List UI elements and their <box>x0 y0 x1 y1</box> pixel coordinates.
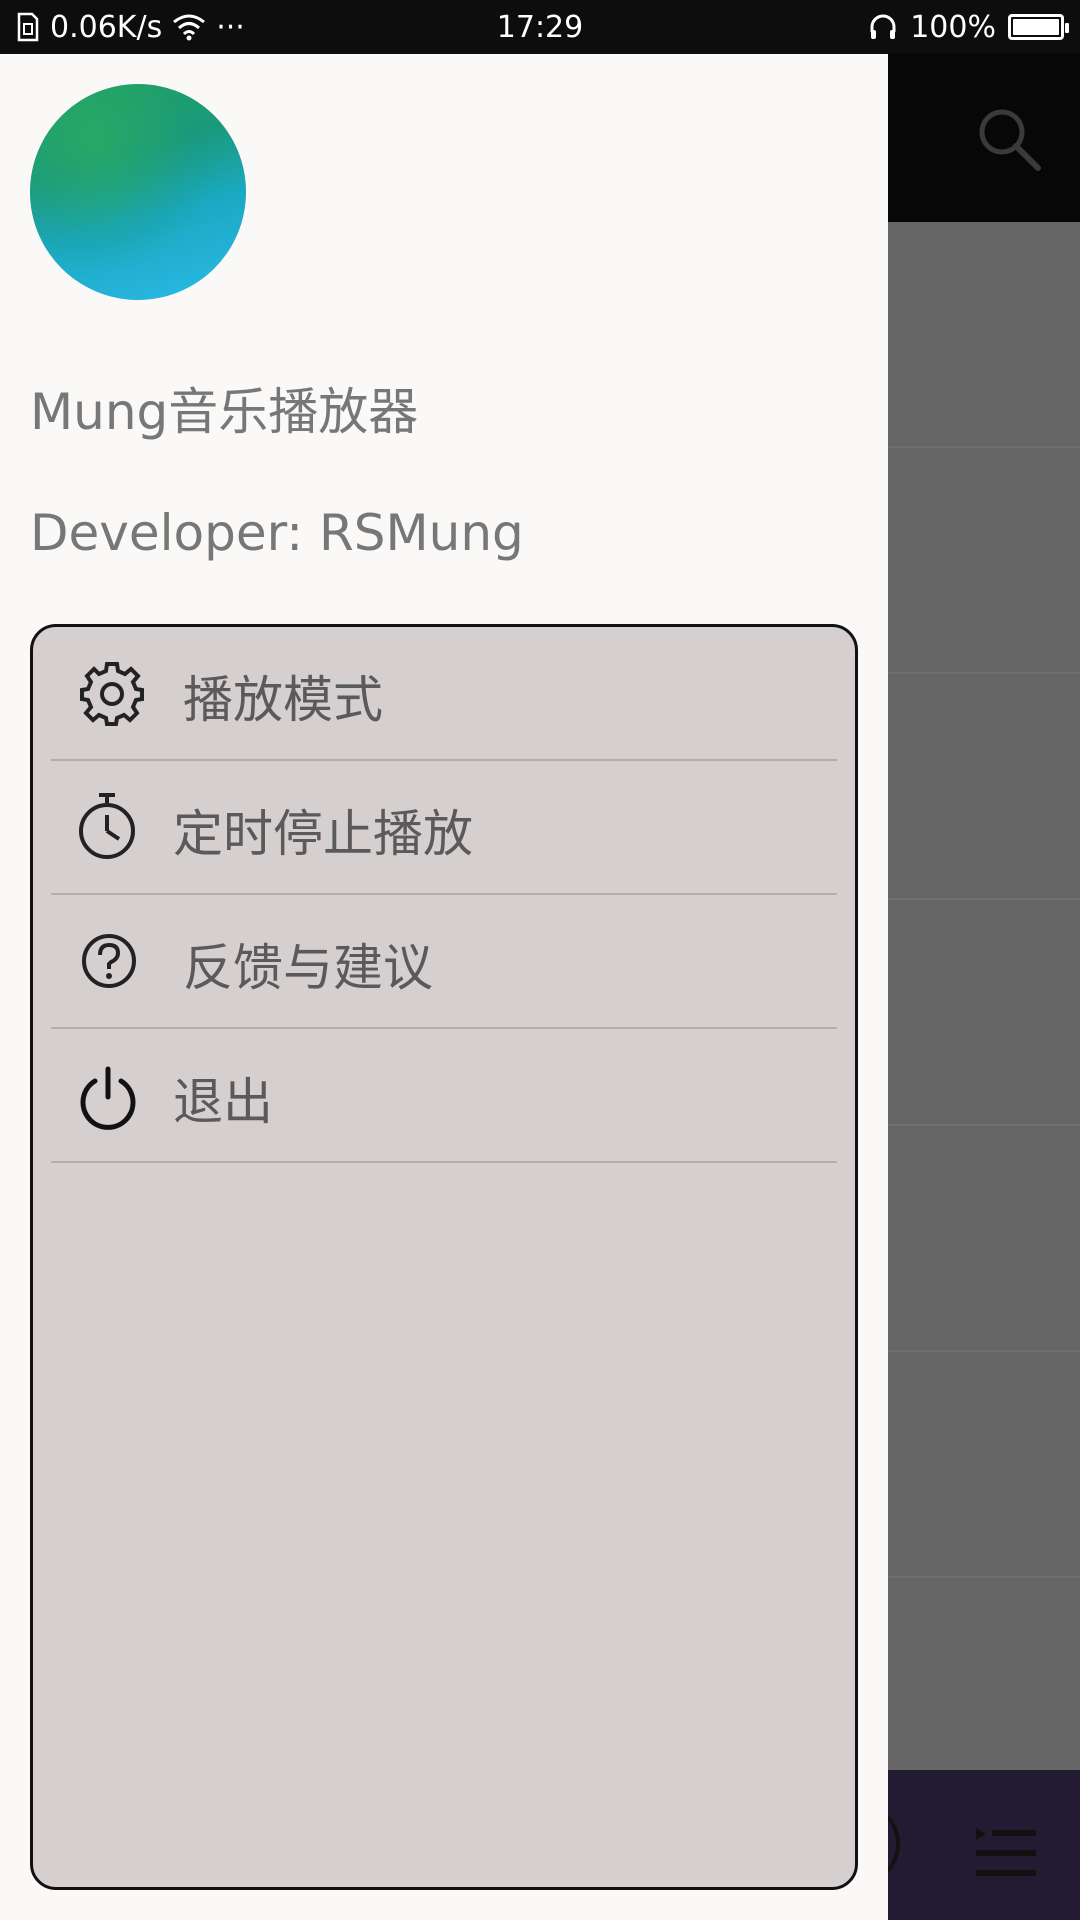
menu-label-sleep-timer: 定时停止播放 <box>173 805 473 863</box>
battery-fill <box>1013 19 1059 35</box>
gear-icon <box>80 662 144 726</box>
app-name: Mung音乐播放器 <box>30 383 419 441</box>
status-right: 100% <box>868 0 1069 54</box>
battery-percent: 100% <box>910 9 996 45</box>
menu-label-feedback: 反馈与建议 <box>183 939 433 997</box>
developer-credit: Developer: RSMung <box>30 504 524 562</box>
battery-icon <box>1008 14 1069 40</box>
power-icon <box>80 1066 136 1130</box>
drawer-menu: 播放模式 定时停止播放 反馈与建议 退出 <box>30 624 858 1890</box>
navigation-drawer: Mung音乐播放器 Developer: RSMung 播放模式 定时停止播放 … <box>0 54 888 1920</box>
help-icon <box>82 934 136 988</box>
menu-label-exit: 退出 <box>173 1073 273 1131</box>
timer-icon <box>79 793 135 859</box>
menu-item-feedback[interactable]: 反馈与建议 <box>51 895 837 1029</box>
playlist-icon[interactable] <box>974 1824 1038 1884</box>
menu-item-exit[interactable]: 退出 <box>51 1029 837 1163</box>
search-icon[interactable] <box>974 104 1044 174</box>
menu-item-play-mode[interactable]: 播放模式 <box>51 627 837 761</box>
headphones-icon <box>870 14 896 39</box>
status-bar: 0.06K/s ··· 17:29 100% <box>0 0 1080 54</box>
app-logo-avatar <box>30 84 246 300</box>
menu-item-sleep-timer[interactable]: 定时停止播放 <box>51 761 837 895</box>
menu-label-play-mode: 播放模式 <box>183 671 383 729</box>
